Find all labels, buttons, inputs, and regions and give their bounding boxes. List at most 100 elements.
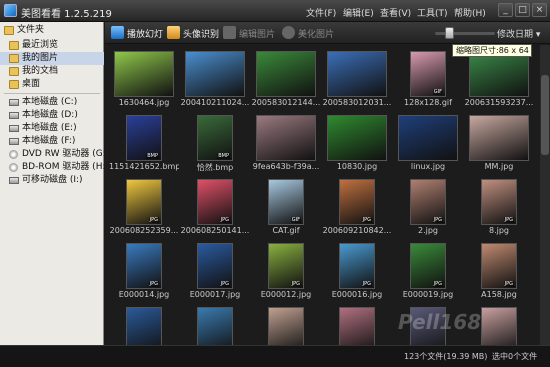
drive-icon bbox=[9, 125, 19, 132]
thumbnail-filename: 200410211024... bbox=[180, 98, 250, 107]
menu-view[interactable]: 查看(V) bbox=[380, 6, 417, 19]
file-type-badge: JPG bbox=[148, 281, 159, 287]
sidebar-drive[interactable]: 本地磁盘 (D:) bbox=[0, 109, 104, 122]
file-type-badge: JPG bbox=[503, 217, 514, 223]
toolbar: 播放幻灯 头像识别 编辑图片 美化图片 修改日期 ▾ bbox=[105, 22, 550, 44]
thumbnail-image: JPG bbox=[410, 243, 446, 289]
thumbnail-item[interactable]: MM.jpg bbox=[464, 113, 534, 175]
thumbnail-item[interactable]: 10830.jpg bbox=[322, 113, 392, 175]
sidebar-drive[interactable]: 本地磁盘 (E:) bbox=[0, 122, 104, 135]
sort-dropdown[interactable]: 修改日期 ▾ bbox=[497, 27, 540, 40]
thumbnail-item[interactable]: BMP 恰然.bmp bbox=[180, 113, 250, 175]
folder-icon bbox=[4, 26, 14, 35]
menu-tools[interactable]: 工具(T) bbox=[417, 6, 454, 19]
app-logo-icon bbox=[4, 4, 17, 17]
file-type-badge: BMP bbox=[146, 153, 159, 159]
file-type-badge: JPG bbox=[290, 281, 301, 287]
drive-icon bbox=[9, 112, 19, 119]
file-type-badge: JPG bbox=[148, 217, 159, 223]
thumbnail-filename: E000017.jpg bbox=[189, 290, 241, 299]
divider bbox=[4, 93, 100, 94]
thumbnail-filename: MM.jpg bbox=[484, 162, 514, 171]
thumbnail-item[interactable]: JPG A158.jpg bbox=[464, 241, 534, 303]
file-type-badge: JPG bbox=[219, 281, 230, 287]
thumbnail-item[interactable]: 200410211024... bbox=[180, 49, 250, 111]
thumbnail-image: JPG bbox=[481, 243, 517, 289]
thumbnail-item[interactable]: 9fea643b-f39a... bbox=[251, 113, 321, 175]
thumbnail-image bbox=[327, 115, 387, 161]
thumbnail-image: JPG bbox=[339, 243, 375, 289]
sidebar-drive[interactable]: DVD RW 驱动器 (G:) bbox=[0, 148, 109, 161]
thumbnail-item[interactable]: 200583012144... bbox=[251, 49, 321, 111]
thumbnail-image: JPG bbox=[126, 179, 162, 225]
thumbnail-image: BMP bbox=[197, 115, 233, 161]
edit-icon bbox=[223, 26, 236, 39]
thumbnail-image bbox=[114, 51, 174, 97]
scrollbar[interactable] bbox=[540, 45, 550, 353]
thumbnail-item[interactable]: JPG E000012.jpg bbox=[251, 241, 321, 303]
thumbnail-item[interactable]: linux.jpg bbox=[393, 113, 463, 175]
main-panel: 播放幻灯 头像识别 编辑图片 美化图片 修改日期 ▾ 缩略图尺寸:86 x 64… bbox=[105, 22, 550, 358]
thumbnail-item[interactable]: 200583012031... bbox=[322, 49, 392, 111]
thumbnail-item[interactable]: 200631593237... bbox=[464, 49, 534, 111]
sidebar-item[interactable]: 最近浏览 bbox=[0, 39, 104, 52]
sidebar-drive[interactable]: 本地磁盘 (C:) bbox=[0, 96, 104, 109]
sidebar-item[interactable]: 桌面 bbox=[0, 78, 104, 91]
folder-icon bbox=[9, 54, 19, 63]
sidebar-item[interactable]: 我的文档 bbox=[0, 65, 104, 78]
sidebar-item[interactable]: 我的图片 bbox=[0, 52, 104, 65]
thumbnail-item[interactable]: BMP 1151421652.bmp bbox=[109, 113, 179, 175]
thumbnail-image: JPG bbox=[410, 179, 446, 225]
thumbnail-image: GIF bbox=[268, 179, 304, 225]
thumbnail-item[interactable]: 1630464.jpg bbox=[109, 49, 179, 111]
thumbnail-image: JPG bbox=[481, 179, 517, 225]
selection-count: 选中0个文件 bbox=[492, 352, 538, 361]
menu-edit[interactable]: 编辑(E) bbox=[343, 6, 380, 19]
thumbnail-image: JPG bbox=[339, 179, 375, 225]
thumbnail-item[interactable]: JPG 8.jpg bbox=[464, 177, 534, 239]
folder-icon bbox=[9, 41, 19, 50]
minimize-button[interactable]: _ bbox=[498, 3, 513, 17]
maximize-button[interactable]: □ bbox=[515, 3, 530, 17]
thumbnail-filename: 恰然.bmp bbox=[196, 163, 234, 172]
thumbnail-filename: E000019.jpg bbox=[402, 290, 454, 299]
thumbnail-image: GIF bbox=[410, 51, 446, 97]
thumbnail-image: JPG bbox=[126, 243, 162, 289]
folder-icon bbox=[9, 67, 19, 76]
thumbnail-image bbox=[256, 51, 316, 97]
thumbnail-image bbox=[185, 51, 245, 97]
thumbnail-image: JPG bbox=[197, 179, 233, 225]
thumbnail-item[interactable]: JPG 200609210842... bbox=[322, 177, 392, 239]
cd-icon bbox=[9, 163, 18, 172]
thumb-size-slider[interactable] bbox=[435, 32, 495, 35]
thumbnail-image: JPG bbox=[197, 243, 233, 289]
thumbnail-item[interactable]: JPG 2.jpg bbox=[393, 177, 463, 239]
thumbnail-item[interactable]: JPG E000019.jpg bbox=[393, 241, 463, 303]
thumbnail-filename: CAT.gif bbox=[272, 226, 300, 235]
sidebar-drive[interactable]: 可移动磁盘 (I:) bbox=[0, 174, 104, 187]
thumbnail-item[interactable]: JPG 200608250141... bbox=[180, 177, 250, 239]
thumbnail-item[interactable]: GIF 128x128.gif bbox=[393, 49, 463, 111]
file-type-badge: GIF bbox=[290, 217, 301, 223]
thumbnail-item[interactable]: JPG E000014.jpg bbox=[109, 241, 179, 303]
sidebar-drive[interactable]: 本地磁盘 (F:) bbox=[0, 135, 104, 148]
window-controls: _ □ × bbox=[498, 3, 547, 17]
file-type-badge: JPG bbox=[432, 281, 443, 287]
menu-file[interactable]: 文件(F) bbox=[306, 6, 343, 19]
sidebar-drive[interactable]: BD-ROM 驱动器 (H:) bbox=[0, 161, 109, 174]
thumbnail-item[interactable]: JPG E000017.jpg bbox=[180, 241, 250, 303]
thumbnail-filename: E000012.jpg bbox=[260, 290, 312, 299]
thumbnail-image bbox=[398, 115, 458, 161]
thumbnail-filename: 128x128.gif bbox=[404, 98, 452, 107]
thumbnail-filename: 1151421652.bmp bbox=[109, 162, 179, 171]
slider-handle[interactable] bbox=[445, 27, 454, 39]
thumbnail-item[interactable]: GIF CAT.gif bbox=[251, 177, 321, 239]
close-button[interactable]: × bbox=[532, 3, 547, 17]
thumbnail-item[interactable]: JPG E000016.jpg bbox=[322, 241, 392, 303]
menu-help[interactable]: 帮助(H) bbox=[454, 6, 491, 19]
thumbnail-item[interactable]: JPG 200608252359... bbox=[109, 177, 179, 239]
thumbnail-filename: 2.jpg bbox=[417, 226, 438, 235]
thumbnail-filename: linux.jpg bbox=[410, 162, 446, 171]
scrollbar-thumb[interactable] bbox=[541, 75, 549, 155]
file-type-badge: GIF bbox=[432, 89, 443, 95]
